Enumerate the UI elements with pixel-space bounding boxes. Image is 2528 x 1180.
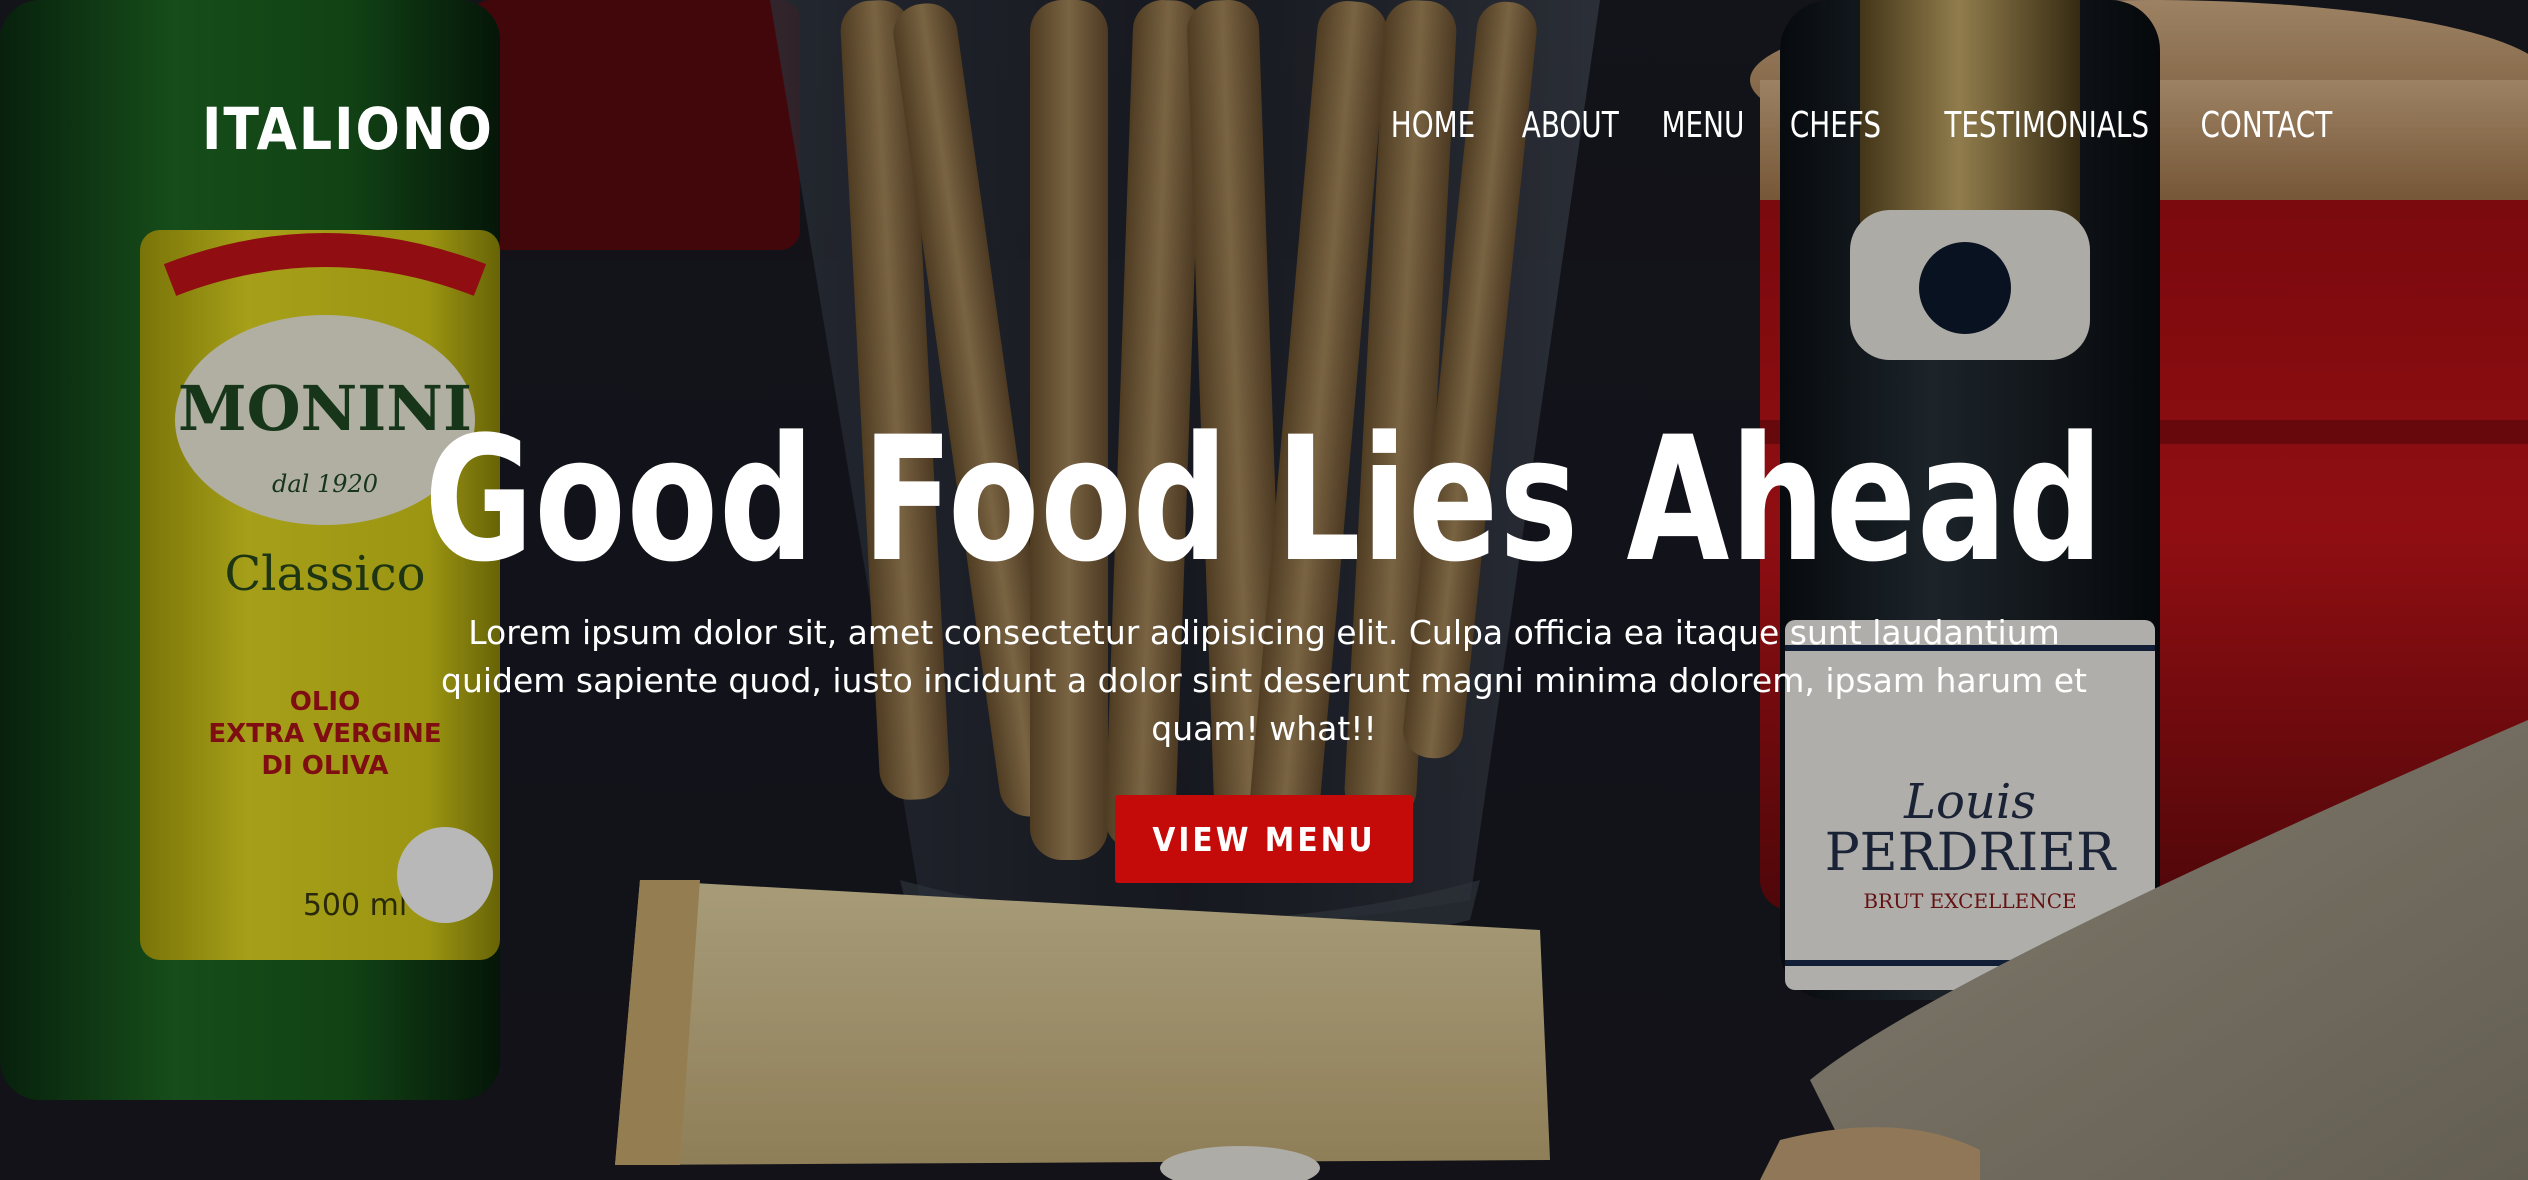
nav-item-testimonials[interactable]: TESTIMONIALS [1944,100,2149,152]
view-menu-button[interactable]: VIEW MENU [1115,795,1413,883]
hero-description: Lorem ipsum dolor sit, amet consectetur … [441,613,2087,748]
hero-content: Good Food Lies Ahead Lorem ipsum dolor s… [0,405,2528,883]
navbar: ITALIONO HOME ABOUT MENU CHEFS TESTIMONI… [0,0,2528,250]
brand-logo[interactable]: ITALIONO [202,92,494,166]
nav-item-menu[interactable]: MENU [1662,100,1745,152]
nav-menu: HOME ABOUT MENU CHEFS TESTIMONIALS CONTA… [1377,100,2332,152]
hero-title: Good Food Lies Ahead [424,399,2104,600]
nav-item-home[interactable]: HOME [1391,100,1476,152]
nav-item-chefs[interactable]: CHEFS [1790,100,1881,152]
nav-item-contact[interactable]: CONTACT [2200,100,2332,152]
hero-section: MONINI dal 1920 Classico OLIO EXTRA VERG… [0,0,2528,1180]
nav-item-about[interactable]: ABOUT [1521,100,1618,152]
